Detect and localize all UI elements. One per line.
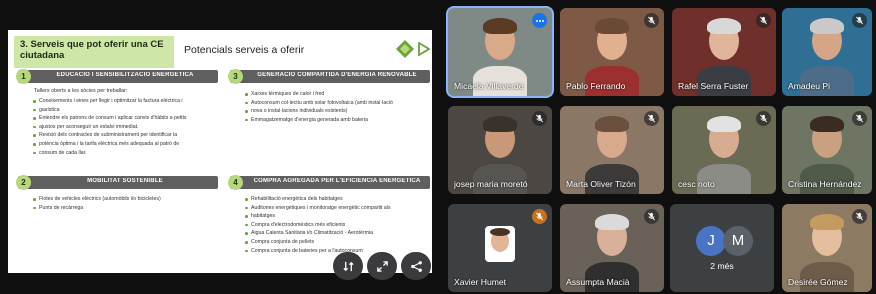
list-item: Emmagatzematge d'energia generada amb ba… (244, 116, 430, 125)
mic-off-icon (756, 13, 771, 28)
list-item: nova o instal·lacions individuals existe… (244, 107, 430, 116)
shared-slide: 3. Serveis que pot oferir una CE ciutada… (8, 30, 432, 273)
mic-off-icon (644, 111, 659, 126)
participant-tile[interactable]: Micaela Villaverde (448, 8, 552, 96)
participant-tile[interactable]: josep maria moretó (448, 106, 552, 194)
participant-tile[interactable]: Xavier Humet (448, 204, 552, 292)
avatar: M (723, 226, 753, 256)
list-item: Flotes de vehicles elèctrics (automòbils… (32, 195, 218, 204)
slide-title-box: 3. Serveis que pot oferir una CE ciutada… (14, 36, 174, 68)
list-item: Auditories energètiques i monitoratge en… (244, 204, 430, 213)
share-button[interactable] (401, 252, 431, 280)
list-item: ajustos per aconseguir un estalvi immedi… (32, 123, 218, 132)
slide-title: 3. Serveis que pot oferir una CE ciutada… (20, 39, 164, 61)
section-items: Rehabilitació energètica dels habitatges… (244, 195, 430, 255)
participant-name: Xavier Humet (454, 277, 507, 287)
mic-off-icon (644, 13, 659, 28)
participant-tile[interactable]: Pablo Ferrando (560, 8, 664, 96)
mic-off-icon (852, 209, 867, 224)
section-items: Flotes de vehicles elèctrics (automòbils… (32, 195, 218, 212)
diamond-logo-icon (396, 40, 414, 58)
section-intro: Tallers oberts a les sòcies per treballa… (34, 88, 128, 94)
list-item: Xarxes tèrmiques de calor i fred (244, 90, 430, 99)
slide-subtitle: Potencials serveis a oferir (184, 44, 305, 56)
list-item: Autoconsum col·lectiu amb solar fotovolt… (244, 99, 430, 108)
list-item: Punts de recàrrega (32, 204, 218, 213)
play-icon (418, 42, 430, 56)
mic-off-icon (852, 13, 867, 28)
participant-name: Pablo Ferrando (566, 81, 626, 91)
list-item: Compra conjunta de pellets (244, 238, 430, 247)
participant-tile[interactable]: Assumpta Macià (560, 204, 664, 292)
participant-tile[interactable]: Marta Oliver Tizón (560, 106, 664, 194)
mic-off-icon (532, 111, 547, 126)
slide-section-3: 3 GENERACIÓ COMPARTIDA D'ENERGIA RENOVAB… (228, 69, 430, 124)
participant-tile[interactable]: Desirée Gómez (782, 204, 872, 292)
avatar-initial: J (707, 232, 715, 249)
participant-name: Micaela Villaverde (454, 81, 524, 91)
section-title: COMPRA AGREGADA PER L'EFICIÈNCIA ENERGÈT… (253, 178, 421, 184)
share-icon (410, 260, 422, 272)
avatar: J (696, 226, 726, 256)
list-item: consum de cada llar. (32, 149, 218, 158)
speaking-indicator-icon (532, 13, 547, 28)
slide-header: 3. Serveis que pot oferir una CE ciutada… (8, 36, 432, 70)
list-item: potència òptima i la tarifa elèctrica mé… (32, 140, 218, 149)
section-number: 2 (16, 175, 31, 190)
slide-section-1: 1 EDUCACIÓ I SENSIBILITZACIÓ ENERGÈTICA … (16, 69, 218, 157)
more-participants-label: 2 més (710, 261, 734, 271)
mic-off-icon (644, 209, 659, 224)
list-item: Revisió dels contractes de subministrame… (32, 131, 218, 140)
section-items: Xarxes tèrmiques de calor i fred Autocon… (244, 90, 430, 124)
participant-name: Cristina Hernández (788, 179, 862, 189)
mic-off-icon (756, 111, 771, 126)
list-item: Coneixements i eines per llegir i optimi… (32, 97, 218, 106)
participant-name: Desirée Gómez (788, 277, 848, 287)
sync-icon (342, 261, 354, 271)
participant-name: josep maria moretó (454, 179, 528, 189)
fullscreen-icon (376, 260, 388, 272)
slide-section-4: 4 COMPRA AGREGADA PER L'EFICIÈNCIA ENERG… (228, 175, 430, 255)
sync-view-button[interactable] (333, 252, 363, 280)
section-header: 1 EDUCACIÓ I SENSIBILITZACIÓ ENERGÈTICA (16, 69, 218, 84)
avatar-initial: M (731, 232, 745, 249)
participant-name: cesc noto (678, 179, 715, 189)
mic-off-icon (852, 111, 867, 126)
participant-name: Amadeu Pi (788, 81, 831, 91)
participant-tile[interactable]: Amadeu Pi (782, 8, 872, 96)
section-header: 3 GENERACIÓ COMPARTIDA D'ENERGIA RENOVAB… (228, 69, 430, 84)
slide-section-2: 2 MOBILITAT SOSTENIBLE Flotes de vehicle… (16, 175, 218, 212)
section-title: MOBILITAT SOSTENIBLE (87, 178, 163, 184)
participant-tile[interactable]: cesc noto (672, 106, 776, 194)
presentation-controls (333, 252, 431, 280)
list-item: Aigua Calenta Sanitària i/o Climatitzaci… (244, 229, 430, 238)
participant-name: Assumpta Macià (566, 277, 630, 287)
list-item: Compra d'electrodomèstics més eficients (244, 221, 430, 230)
fullscreen-button[interactable] (367, 252, 397, 280)
section-header: 4 COMPRA AGREGADA PER L'EFICIÈNCIA ENERG… (228, 175, 430, 190)
list-item: Entendre els patrons de consum i aplicar… (32, 114, 218, 123)
section-items: Coneixements i eines per llegir i optimi… (32, 97, 218, 157)
participant-name: Marta Oliver Tizón (566, 179, 636, 189)
list-item: Rehabilitació energètica dels habitatges (244, 195, 430, 204)
section-title: GENERACIÓ COMPARTIDA D'ENERGIA RENOVABLE (257, 72, 417, 78)
mic-off-icon (532, 209, 547, 224)
more-participants-tile[interactable]: J M 2 més (670, 204, 774, 292)
section-number: 3 (228, 69, 243, 84)
participant-name: Rafel Serra Fuster (678, 81, 749, 91)
list-item: gasística (32, 106, 218, 115)
section-number: 4 (228, 175, 243, 190)
section-number: 1 (16, 69, 31, 84)
list-item: habitatges (244, 212, 430, 221)
section-header: 2 MOBILITAT SOSTENIBLE (16, 175, 218, 190)
participant-tile[interactable]: Cristina Hernández (782, 106, 872, 194)
participant-tile[interactable]: Rafel Serra Fuster (672, 8, 776, 96)
section-title: EDUCACIÓ I SENSIBILITZACIÓ ENERGÈTICA (56, 72, 194, 78)
video-call-window: 3. Serveis que pot oferir una CE ciutada… (0, 0, 876, 294)
